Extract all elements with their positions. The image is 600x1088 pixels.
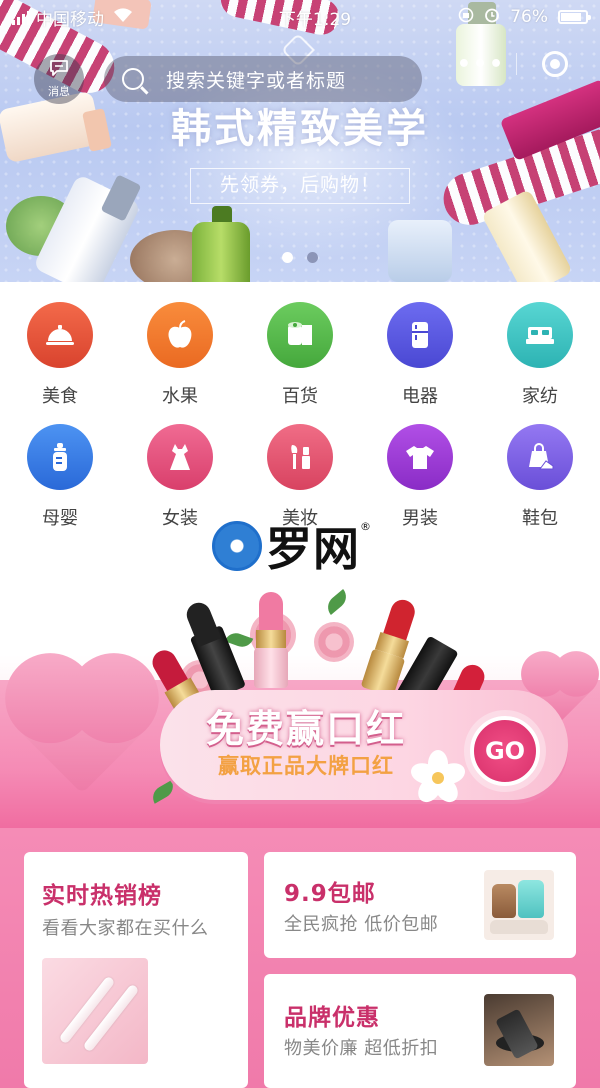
shoe-bag-icon	[507, 424, 573, 490]
cosmetic-bottle	[192, 222, 250, 282]
category-grid: 美食 水果 百货 电器 家纺 母婴 女装 美妆 男装 鞋包	[0, 302, 600, 532]
category-food[interactable]: 美食	[0, 302, 120, 412]
promo-subtitle: 赢取正品大牌口红	[218, 754, 394, 778]
registered-mark: ®	[360, 520, 371, 533]
status-time: 下午1:29	[278, 9, 352, 30]
card-title: 品牌优惠	[284, 1005, 380, 1031]
category-mother-baby[interactable]: 母婴	[0, 424, 120, 534]
category-label: 百货	[282, 386, 318, 407]
search-bar[interactable]: 搜索关键字或者标题	[104, 56, 422, 102]
category-shoes-bags[interactable]: 鞋包	[480, 424, 600, 534]
flower-decoration	[408, 750, 468, 807]
message-button[interactable]: 消息	[34, 54, 84, 104]
lock-rotation-icon	[458, 7, 474, 28]
category-label: 男装	[402, 508, 438, 529]
banner-slogan: 韩式精致美学	[171, 106, 429, 152]
card-subtitle: 全民疯抢 低价包邮	[284, 914, 439, 935]
electric-toothbrush-image	[42, 958, 148, 1064]
go-button[interactable]: GO	[470, 716, 540, 786]
category-fruit[interactable]: 水果	[120, 302, 240, 412]
watermark-logo: 罗网 ®	[212, 518, 371, 576]
lipstick-pink	[254, 592, 288, 692]
watermark-text: 罗网	[266, 522, 360, 576]
target-circle-icon[interactable]	[542, 51, 568, 77]
category-home-textiles[interactable]: 家纺	[480, 302, 600, 412]
apple-icon	[147, 302, 213, 368]
alarm-icon	[484, 7, 500, 28]
watermark-emblem-icon	[212, 521, 262, 571]
leaf-decoration	[323, 589, 351, 615]
signal-icon	[12, 9, 30, 25]
feature-cards-section: 实时热销榜 看看大家都在买什么 9.9包邮 全民疯抢 低价包邮 品牌优惠 物美价…	[0, 828, 600, 1088]
pager-dot-active[interactable]	[282, 252, 293, 263]
wifi-icon	[112, 7, 134, 27]
free-shipping-card[interactable]: 9.9包邮 全民疯抢 低价包邮	[264, 852, 576, 958]
card-subtitle: 物美价廉 超低折扣	[284, 1038, 439, 1059]
category-label: 美食	[42, 386, 78, 407]
fridge-icon	[387, 302, 453, 368]
battery-percent: 76%	[510, 7, 548, 27]
wireless-charger-image	[484, 994, 554, 1066]
tshirt-icon	[387, 424, 453, 490]
card-title: 9.9包邮	[284, 881, 376, 907]
card-subtitle: 看看大家都在买什么	[42, 918, 209, 939]
makeup-brush-icon	[267, 424, 333, 490]
category-general-goods[interactable]: 百货	[240, 302, 360, 412]
battery-icon	[558, 10, 591, 24]
brand-discount-card[interactable]: 品牌优惠 物美价廉 超低折扣	[264, 974, 576, 1088]
storage-jars-image	[484, 870, 554, 940]
message-label: 消息	[48, 85, 70, 98]
category-appliances[interactable]: 电器	[360, 302, 480, 412]
pager-dot[interactable]	[307, 252, 318, 263]
hot-sales-card[interactable]: 实时热销榜 看看大家都在买什么	[24, 852, 248, 1088]
toilet-paper-icon	[267, 302, 333, 368]
carrier-name: 中国移动	[36, 9, 104, 30]
status-bar: 中国移动 下午1:29 76%	[0, 0, 600, 34]
cosmetic-jar	[388, 220, 452, 282]
mini-program-capsule: •••	[446, 44, 588, 84]
bed-icon	[507, 302, 573, 368]
category-label: 水果	[162, 386, 198, 407]
top-banner[interactable]: 韩式精致美学 先领券，后购物！	[0, 0, 600, 282]
banner-subslogan: 先领券，后购物！	[190, 168, 410, 204]
baby-bottle-icon	[27, 424, 93, 490]
more-dots-icon[interactable]: •••	[446, 52, 516, 77]
food-cloche-icon	[27, 302, 93, 368]
category-label: 鞋包	[522, 508, 558, 529]
banner-pager	[282, 252, 318, 263]
card-title: 实时热销榜	[42, 883, 162, 909]
promo-title: 免费赢口红	[206, 707, 407, 751]
category-label: 电器	[402, 386, 438, 407]
category-mens-wear[interactable]: 男装	[360, 424, 480, 534]
category-label: 家纺	[522, 386, 558, 407]
chat-bubble-icon	[49, 59, 69, 81]
search-icon	[122, 68, 144, 90]
status-right: 76%	[458, 7, 591, 28]
dress-icon	[147, 424, 213, 490]
search-placeholder: 搜索关键字或者标题	[166, 69, 347, 92]
category-label: 母婴	[42, 508, 78, 529]
rose-decoration	[314, 622, 354, 662]
capsule-divider	[516, 53, 517, 75]
lipstick-promo-banner[interactable]: 免费赢口红 赢取正品大牌口红 GO	[0, 580, 600, 830]
